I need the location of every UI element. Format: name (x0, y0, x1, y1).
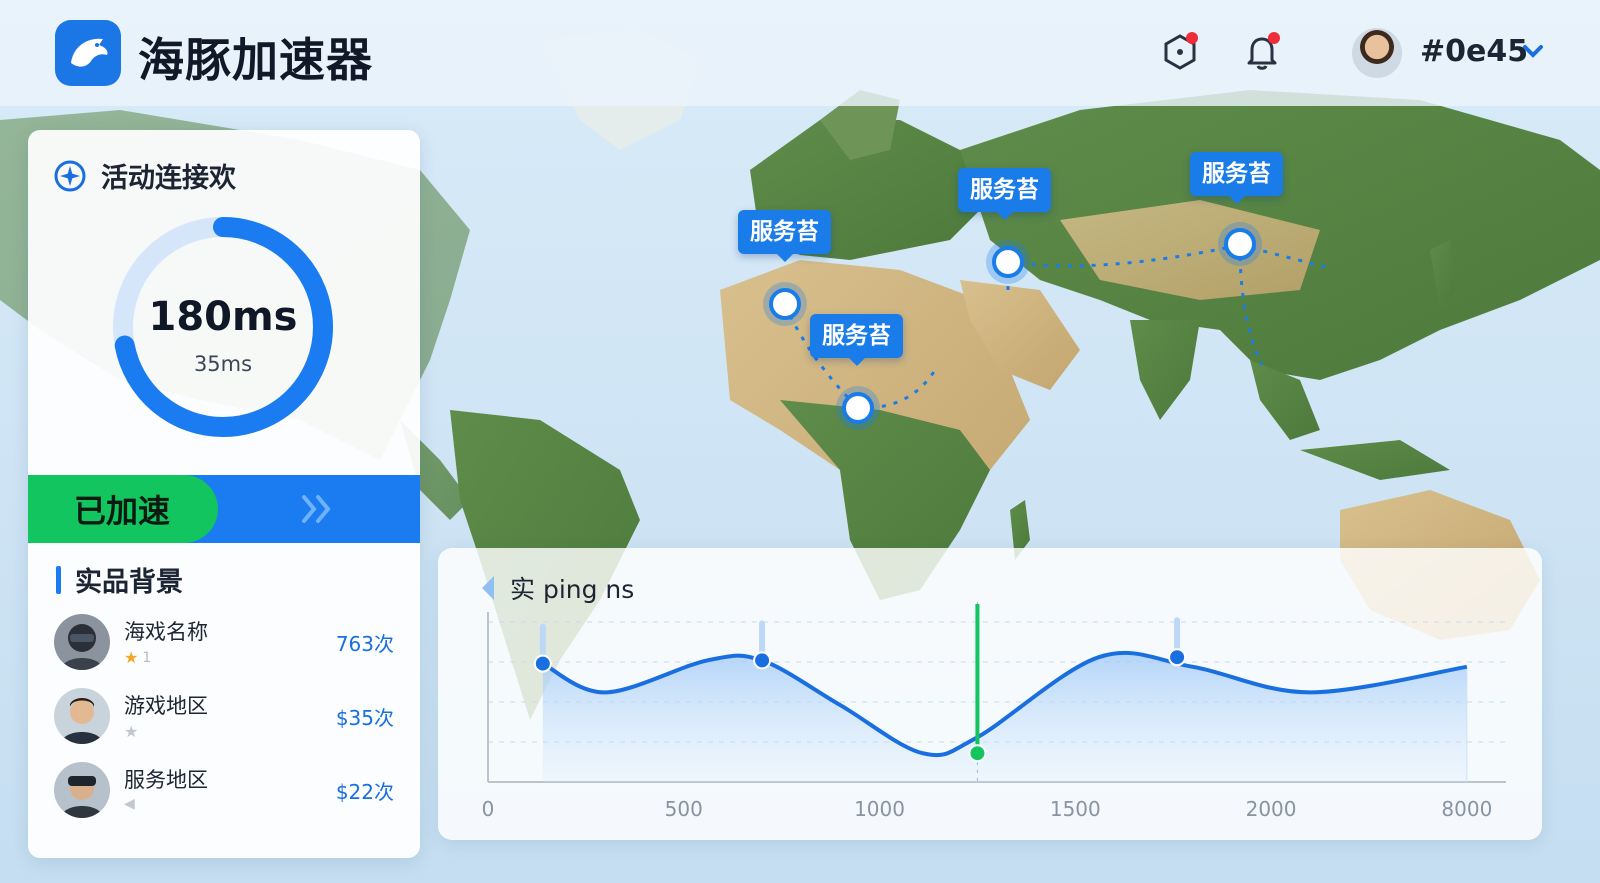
notification-badge (1186, 32, 1198, 44)
server-tag[interactable]: 服务苔 (958, 168, 1051, 220)
latency-value: 180ms (148, 294, 298, 340)
games-heading: 实品背景 (56, 560, 183, 599)
marker-stem (539, 623, 546, 660)
server-tag[interactable]: 服务苔 (1190, 152, 1283, 204)
app-title: 海豚加速器 (138, 33, 373, 87)
settings-hex-icon[interactable] (1160, 32, 1200, 72)
x-tick-label: 0 (482, 797, 495, 821)
x-tick-label: 8000 (1441, 797, 1492, 821)
game-count: $22次 (335, 780, 394, 804)
game-name: 服务地区 (124, 768, 208, 792)
star-icon: ★ (124, 648, 139, 667)
accelerate-bar[interactable]: 已加速 (28, 475, 420, 543)
ping-chart-panel: 实 ping ns 0 500 1000 1500 2000 8000 (438, 548, 1542, 840)
user-avatar[interactable] (1352, 28, 1402, 78)
notification-badge (1268, 32, 1280, 44)
game-avatar (54, 614, 110, 670)
latency-sub-value: 35ms (193, 352, 253, 376)
server-tag[interactable]: 服务苔 (810, 314, 903, 366)
server-tag[interactable]: 服务苔 (738, 210, 831, 262)
games-heading-label: 实品背景 (75, 567, 183, 598)
x-tick-label: 1000 (854, 797, 905, 821)
compass-icon (54, 160, 86, 191)
accelerate-button[interactable]: 已加速 (28, 475, 218, 543)
game-avatar (54, 762, 110, 818)
ping-line-chart: 0 500 1000 1500 2000 8000 (482, 602, 1506, 821)
game-name: 海戏名称 (124, 620, 208, 644)
section-accent (56, 565, 61, 594)
connection-heading-label: 活动连接欢 (101, 163, 236, 194)
x-tick-label: 2000 (1246, 797, 1297, 821)
game-name: 游戏地区 (124, 694, 208, 718)
chevron-down-icon[interactable] (1522, 44, 1544, 60)
game-list-item[interactable]: 游戏地区 ★ $35次 (54, 684, 394, 750)
x-tick-label: 500 (665, 797, 703, 821)
connection-panel: 活动连接欢 180ms 35ms 已加速 实品背景 海戏名称 ★ 1 763次 … (28, 130, 420, 858)
data-point (1168, 648, 1187, 667)
user-name[interactable]: #0e45 (1420, 34, 1528, 69)
marker-stem (759, 620, 766, 657)
data-point (753, 651, 772, 670)
data-point (968, 744, 987, 763)
double-chevron-right-icon (302, 495, 331, 523)
notification-bell-icon[interactable] (1242, 32, 1282, 72)
game-list-item[interactable]: 服务地区 ◀ $22次 (54, 758, 394, 824)
x-tick-label: 1500 (1050, 797, 1101, 821)
game-count: 763次 (335, 632, 394, 656)
game-list-item[interactable]: 海戏名称 ★ 1 763次 (54, 610, 394, 676)
marker-stem (1174, 617, 1181, 654)
star-icon: ★ (124, 722, 139, 741)
game-rating-value: 1 (142, 649, 152, 666)
game-count: $35次 (335, 706, 394, 730)
game-rating: ★ 1 (124, 648, 151, 667)
connection-heading: 活动连接欢 (53, 156, 236, 195)
volume-icon: ◀ (124, 796, 135, 812)
game-avatar (54, 688, 110, 744)
data-point (533, 654, 552, 673)
game-rating: ◀ (124, 796, 135, 812)
dolphin-logo-icon (55, 20, 121, 86)
game-rating: ★ (124, 722, 138, 741)
app-header: 海豚加速器 #0e45 (0, 0, 1600, 106)
